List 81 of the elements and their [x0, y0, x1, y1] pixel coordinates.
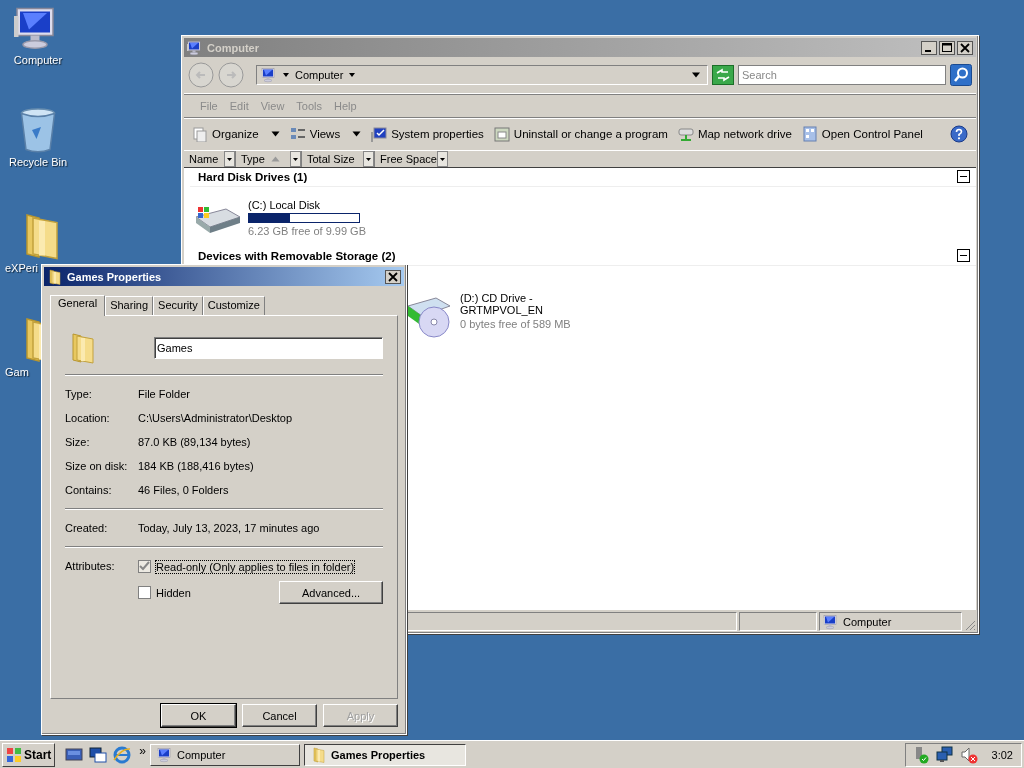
search-field[interactable]: Search: [738, 65, 946, 85]
property-label: Type:: [65, 388, 93, 400]
folder-icon: [47, 268, 63, 285]
toolbar-button[interactable]: Views: [289, 126, 362, 142]
tab[interactable]: Security: [153, 296, 203, 315]
control-panel-icon: [801, 126, 818, 142]
property-label: Size on disk:: [65, 460, 129, 472]
drive-name[interactable]: (D:) CD Drive - GRTMPVOL_EN: [460, 292, 550, 316]
property-value: 87.0 KB (89,134 bytes): [138, 436, 252, 448]
property-label: Location:: [65, 412, 111, 424]
computer-icon: [187, 39, 203, 56]
toolbar-button[interactable]: Open Control Panel: [801, 126, 923, 142]
tab[interactable]: Sharing: [105, 296, 154, 315]
property-value: 184 KB (188,416 bytes): [138, 460, 255, 472]
icon-label: Recycle Bin: [8, 156, 68, 168]
clock: 3:02: [991, 748, 1013, 761]
dialog-button[interactable]: Cancel: [242, 704, 317, 727]
computer-check-icon: [371, 126, 388, 142]
checkbox[interactable]: [138, 560, 151, 573]
icon-label: Computer: [13, 54, 63, 66]
refresh-button[interactable]: [712, 65, 734, 85]
collapse-button[interactable]: [957, 170, 970, 183]
property-value: File Folder: [138, 388, 191, 400]
network-drive-icon: [677, 126, 694, 142]
checkbox[interactable]: [138, 586, 151, 599]
toolbar-button[interactable]: Organize: [192, 126, 280, 142]
window-title: Games Properties: [67, 270, 162, 283]
group-header: Devices with Removable Storage (2): [198, 249, 397, 262]
property-value: C:\Users\Administrator\Desktop: [138, 412, 294, 424]
tab[interactable]: General: [50, 295, 106, 316]
property-label: Attributes:: [65, 560, 116, 574]
documents-icon: [192, 126, 208, 142]
windows-icon[interactable]: [89, 745, 108, 764]
property-label: Contains:: [65, 484, 113, 496]
close-button[interactable]: [385, 269, 401, 284]
computer-icon: [157, 746, 174, 763]
property-value: Today, July 13, 2023, 17 minutes ago: [138, 522, 321, 534]
folder-icon: [311, 746, 328, 763]
status-text: Computer: [843, 615, 892, 628]
chevron-button[interactable]: »: [139, 744, 147, 758]
browser-icon[interactable]: [113, 745, 132, 764]
program-box-icon: [493, 126, 510, 142]
help-icon[interactable]: [950, 125, 968, 143]
list-view-icon: [289, 126, 306, 142]
taskbar-button[interactable]: Computer: [150, 743, 301, 766]
checkbox-label[interactable]: Read-only (Only applies to files in folder): [156, 560, 355, 573]
group-header: Hard Disk Drives (1): [198, 170, 309, 183]
caret-icon: [282, 72, 290, 78]
toolbar-button[interactable]: Uninstall or change a program: [493, 126, 668, 142]
window-title: Computer: [207, 41, 259, 54]
taskbar-button[interactable]: Games Properties: [304, 743, 467, 766]
computer-icon: [823, 613, 839, 630]
name-field[interactable]: Games: [154, 337, 383, 359]
dialog-button[interactable]: OK: [161, 704, 236, 727]
computer-icon: [261, 67, 277, 83]
address-bar[interactable]: Computer: [256, 65, 708, 85]
toolbar-button[interactable]: Map network drive: [677, 126, 792, 142]
property-value: 46 Files, 0 Folders: [138, 484, 230, 496]
icon-label: eXPeri: [5, 262, 39, 274]
start-button[interactable]: Start: [2, 742, 56, 767]
checkbox-label[interactable]: Hidden: [156, 586, 191, 599]
dropdown-arrow-icon[interactable]: [691, 72, 701, 78]
collapse-button[interactable]: [957, 249, 970, 262]
icon-label: Gam: [5, 366, 29, 378]
caret-icon: [270, 131, 280, 137]
search-button[interactable]: [950, 64, 972, 86]
network-icon[interactable]: [935, 745, 954, 764]
toolbar-button[interactable]: System properties: [371, 126, 484, 142]
caret-icon: [352, 131, 362, 137]
property-label: Size:: [65, 436, 91, 448]
resize-grip-icon[interactable]: [964, 619, 976, 631]
muted-speaker-icon[interactable]: [959, 745, 978, 764]
drive-detail: 0 bytes free of 589 MB: [460, 318, 571, 330]
drive-name[interactable]: (C:) Local Disk: [248, 199, 366, 211]
desktop-icon[interactable]: [65, 745, 84, 764]
caret-icon: [348, 72, 357, 78]
drive-detail: 6.23 GB free of 9.99 GB: [248, 225, 366, 237]
property-label: Created:: [65, 522, 109, 534]
advanced-button[interactable]: Advanced...: [279, 581, 383, 604]
tab[interactable]: Customize: [202, 296, 265, 315]
windows-flag-icon: [6, 746, 22, 763]
